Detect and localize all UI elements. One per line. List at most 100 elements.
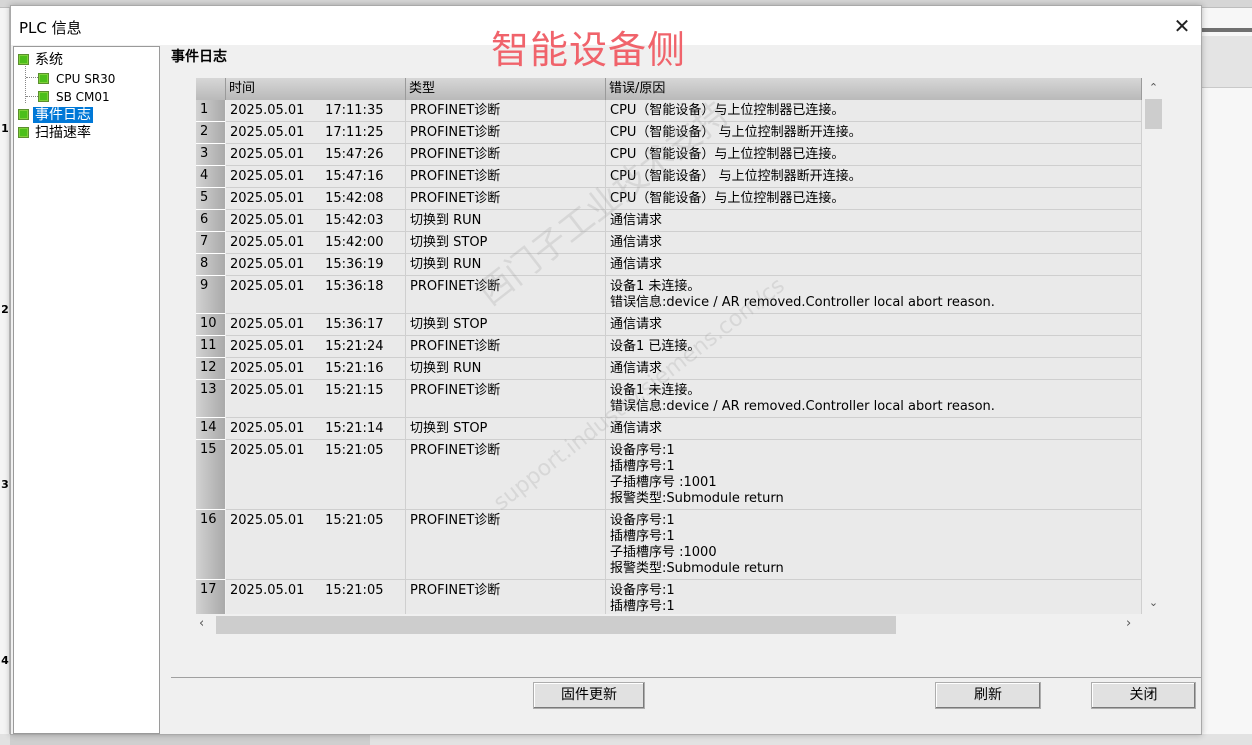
row-number[interactable]: 8 (196, 254, 225, 276)
column-header-type[interactable]: 类型 (406, 78, 606, 100)
cell-reason: CPU（智能设备） 与上位控制器断开连接。 (606, 122, 1142, 144)
row-number[interactable]: 14 (196, 418, 225, 440)
background-row-number: 1 (1, 122, 9, 135)
cell-type: PROFINET诊断 (406, 276, 606, 314)
cell-type: 切换到 STOP (406, 314, 606, 336)
dialog-title: PLC 信息 (19, 19, 82, 37)
dialog-titlebar[interactable]: PLC 信息 智能设备侧 ✕ (11, 6, 1201, 72)
tree-item-scan-rate[interactable]: 扫描速率 (18, 124, 91, 142)
column-header-time[interactable]: 时间 (226, 78, 406, 100)
reason-line: 插槽序号:1 (610, 599, 675, 614)
row-number[interactable]: 10 (196, 314, 225, 336)
reason-line: 错误信息:device / AR removed.Controller loca… (610, 399, 995, 414)
row-number[interactable]: 6 (196, 210, 225, 232)
scroll-up-icon[interactable]: ⌃ (1145, 81, 1162, 97)
vertical-scroll-thumb[interactable] (1145, 99, 1162, 129)
row-number[interactable]: 5 (196, 188, 225, 210)
scroll-down-icon[interactable]: ⌄ (1145, 596, 1162, 612)
cell-reason: 通信请求 (606, 418, 1142, 440)
row-number[interactable]: 17 (196, 580, 225, 614)
row-number[interactable]: 2 (196, 122, 225, 144)
reason-line: 子插槽序号 :1000 (610, 545, 717, 560)
row-number[interactable]: 3 (196, 144, 225, 166)
cell-type: 切换到 STOP (406, 418, 606, 440)
background-right-bar (1202, 28, 1252, 32)
cell-time: 2025.05.01 15:42:08 (226, 188, 406, 210)
reason-line: 子插槽序号 :1001 (610, 475, 717, 490)
navigation-tree: 系统 CPU SR30 SB CM01 事件日志 扫描速率 (13, 46, 160, 734)
cell-time: 2025.05.01 15:21:14 (226, 418, 406, 440)
node-icon (18, 127, 29, 138)
column-header-reason[interactable]: 错误/原因 (606, 78, 1142, 100)
reason-line: CPU（智能设备）与上位控制器已连接。 (610, 147, 845, 162)
tree-item-cpu[interactable]: CPU SR30 (38, 70, 115, 88)
cell-type: PROFINET诊断 (406, 510, 606, 580)
cell-type: 切换到 RUN (406, 254, 606, 276)
refresh-button[interactable]: 刷新 (935, 682, 1041, 709)
cell-reason: 通信请求 (606, 210, 1142, 232)
reason-line: 插槽序号:1 (610, 529, 675, 544)
cell-reason: CPU（智能设备）与上位控制器已连接。 (606, 144, 1142, 166)
cell-time: 2025.05.01 17:11:35 (226, 100, 406, 122)
row-number[interactable]: 7 (196, 232, 225, 254)
cell-reason: 设备序号:1 插槽序号:1 (606, 580, 1142, 614)
cell-type: PROFINET诊断 (406, 166, 606, 188)
vertical-scrollbar[interactable] (1145, 78, 1162, 614)
horizontal-scroll-thumb[interactable] (216, 616, 896, 634)
row-number[interactable]: 12 (196, 358, 225, 380)
row-number[interactable]: 4 (196, 166, 225, 188)
tree-item-label: SB CM01 (56, 90, 110, 104)
reason-line: 设备序号:1 (610, 513, 675, 528)
background-left-strip (0, 8, 10, 745)
cell-reason: 通信请求 (606, 358, 1142, 380)
tree-item-event-log[interactable]: 事件日志 (18, 106, 93, 124)
reason-line: 设备1 未连接。 (610, 279, 701, 294)
cell-time: 2025.05.01 15:21:05 (226, 510, 406, 580)
row-number[interactable]: 1 (196, 100, 225, 122)
footer-separator (171, 677, 1201, 678)
cell-reason: 设备序号:1 插槽序号:1 子插槽序号 :1001 报警类型:Submodule re… (606, 440, 1142, 510)
scroll-right-icon[interactable]: › (1126, 616, 1142, 632)
row-number[interactable]: 13 (196, 380, 225, 418)
reason-line: 设备序号:1 (610, 443, 675, 458)
cell-reason: 设备1 未连接。 错误信息:device / AR removed.Control… (606, 276, 1142, 314)
cell-time: 2025.05.01 15:21:16 (226, 358, 406, 380)
row-number[interactable]: 9 (196, 276, 225, 314)
close-button[interactable]: 关闭 (1091, 682, 1196, 709)
section-title: 事件日志 (171, 49, 227, 65)
firmware-update-button[interactable]: 固件更新 (533, 682, 645, 709)
node-icon (38, 91, 49, 102)
tree-item-sb[interactable]: SB CM01 (38, 88, 110, 106)
cell-time: 2025.05.01 15:21:05 (226, 440, 406, 510)
cell-time: 2025.05.01 17:11:25 (226, 122, 406, 144)
tree-item-system[interactable]: 系统 (18, 51, 63, 69)
background-row-number: 2 (1, 303, 9, 316)
background-row-number: 4 (1, 654, 9, 667)
row-number[interactable]: 16 (196, 510, 225, 580)
cell-time: 2025.05.01 15:36:17 (226, 314, 406, 336)
reason-line: CPU（智能设备）与上位控制器已连接。 (610, 103, 845, 118)
reason-line: 报警类型:Submodule return (610, 491, 784, 506)
background-right-panel (1202, 8, 1252, 745)
close-icon[interactable]: ✕ (1168, 12, 1196, 40)
tree-connector (25, 63, 26, 103)
cell-type: PROFINET诊断 (406, 580, 606, 614)
reason-line: CPU（智能设备） 与上位控制器断开连接。 (610, 169, 862, 184)
cell-type: PROFINET诊断 (406, 336, 606, 358)
cell-time: 2025.05.01 15:47:26 (226, 144, 406, 166)
cell-time: 2025.05.01 15:47:16 (226, 166, 406, 188)
row-number[interactable]: 11 (196, 336, 225, 358)
cell-reason: 设备1 未连接。 错误信息:device / AR removed.Control… (606, 380, 1142, 418)
cell-type: PROFINET诊断 (406, 440, 606, 510)
node-icon (18, 109, 29, 120)
cell-reason: 通信请求 (606, 232, 1142, 254)
event-log-table[interactable]: 时间 类型 错误/原因 1 2025.05.01 17:11:35 PROFINET… (196, 78, 1142, 614)
cell-type: PROFINET诊断 (406, 188, 606, 210)
row-number[interactable]: 15 (196, 440, 225, 510)
cell-type: PROFINET诊断 (406, 144, 606, 166)
cell-type: PROFINET诊断 (406, 100, 606, 122)
scroll-left-icon[interactable]: ‹ (199, 616, 215, 632)
cell-time: 2025.05.01 15:36:19 (226, 254, 406, 276)
cell-time: 2025.05.01 15:36:18 (226, 276, 406, 314)
cell-time: 2025.05.01 15:42:00 (226, 232, 406, 254)
